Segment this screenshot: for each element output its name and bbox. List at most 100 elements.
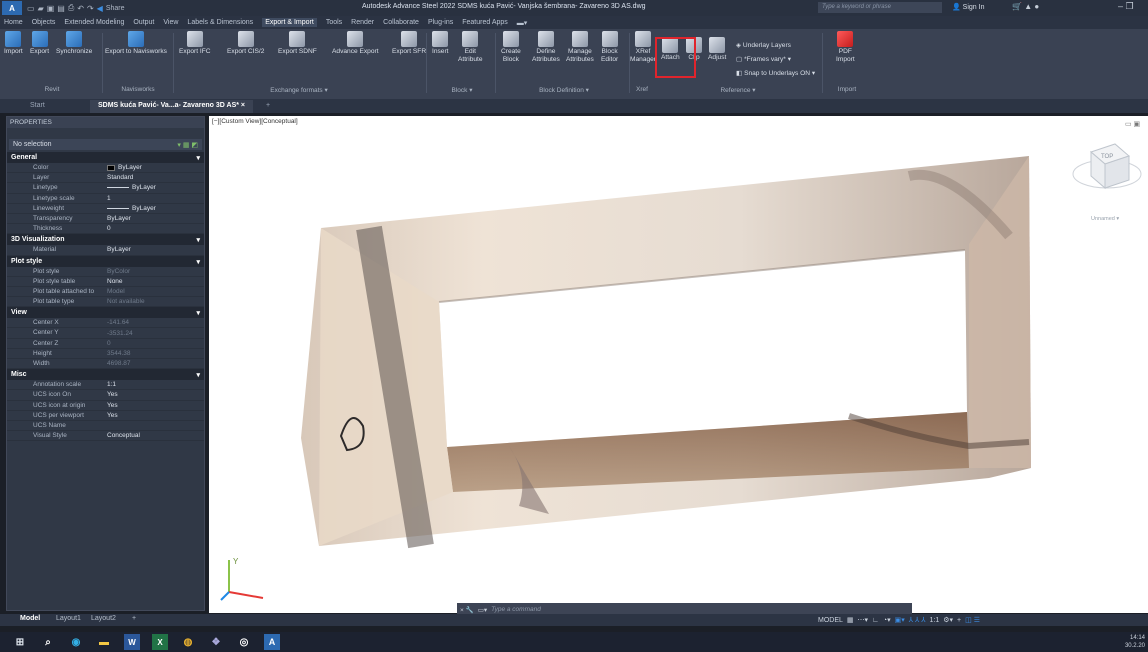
- export-ifc-button[interactable]: Export IFC: [179, 31, 211, 56]
- restore-icon[interactable]: ❐: [1126, 1, 1134, 11]
- minimize-icon[interactable]: –: [1118, 1, 1123, 11]
- property-row[interactable]: Material ByLayer: [7, 245, 204, 256]
- ribbon-tab-objects[interactable]: Objects: [32, 19, 56, 26]
- settings-icon[interactable]: ⚙▾: [943, 616, 953, 624]
- collapse-icon[interactable]: ▾: [196, 258, 200, 266]
- property-value[interactable]: ByLayer: [103, 204, 204, 213]
- define-attributes-button[interactable]: Define Attributes: [532, 31, 560, 64]
- ribbon-options-icon[interactable]: ▬▾: [517, 19, 528, 27]
- export-cis2-button[interactable]: Export CIS/2: [227, 31, 264, 56]
- panel-block[interactable]: Block ▾: [432, 86, 492, 96]
- plus-icon[interactable]: +: [957, 617, 961, 624]
- ribbon-tab-render[interactable]: Render: [351, 19, 374, 26]
- advance-export-button[interactable]: Advance Export: [332, 31, 379, 56]
- create-block-button[interactable]: Create Block: [501, 31, 521, 64]
- close-command-icon[interactable]: × 🔧: [460, 606, 474, 614]
- frames-vary-dropdown[interactable]: ▢ *Frames vary* ▾: [736, 55, 791, 63]
- word-icon[interactable]: W: [124, 634, 140, 650]
- property-value[interactable]: 1: [103, 194, 204, 203]
- windows-start-icon[interactable]: ⊞: [12, 634, 28, 650]
- edit-attribute-button[interactable]: Edit Attribute: [458, 31, 483, 64]
- edge-icon[interactable]: ◉: [68, 634, 84, 650]
- osnap-icon[interactable]: ▣▾: [895, 616, 905, 624]
- ribbon-tab-collaborate[interactable]: Collaborate: [383, 19, 419, 26]
- property-row[interactable]: Center Y -3531.24: [7, 328, 204, 339]
- export-sdnf-button[interactable]: Export SDNF: [278, 31, 317, 56]
- ribbon-tab-tools[interactable]: Tools: [326, 19, 342, 26]
- help-icon[interactable]: ●: [1034, 2, 1039, 11]
- ribbon-tab-plug-ins[interactable]: Plug-ins: [428, 19, 453, 26]
- file-explorer-icon[interactable]: ▬: [96, 634, 112, 650]
- grid-icon[interactable]: ▦: [847, 616, 854, 624]
- synchronize-button[interactable]: Synchronize: [56, 31, 92, 56]
- collapse-icon[interactable]: ▾: [196, 309, 200, 317]
- property-value[interactable]: 3544.38: [103, 349, 204, 358]
- named-views-dropdown[interactable]: Unnamed ▾: [1091, 216, 1119, 222]
- tab-model[interactable]: Model: [20, 615, 40, 622]
- command-history-icon[interactable]: ▭▾: [478, 606, 487, 614]
- property-row[interactable]: Width 4698.87: [7, 359, 204, 370]
- print-icon[interactable]: ⎙: [68, 3, 74, 13]
- property-value[interactable]: [103, 421, 204, 430]
- autocad-taskbar-icon[interactable]: A: [264, 634, 280, 650]
- selection-dropdown[interactable]: No selection ▾ ▦ ◩: [9, 139, 202, 150]
- sign-in-button[interactable]: 👤 Sign In: [952, 3, 984, 11]
- property-row[interactable]: Lineweight ByLayer: [7, 204, 204, 214]
- property-value[interactable]: Yes: [103, 411, 204, 420]
- autodesk-icon[interactable]: ▲: [1024, 2, 1032, 11]
- property-value[interactable]: Yes: [103, 390, 204, 399]
- close-tab-icon[interactable]: ×: [241, 102, 245, 109]
- section-3d-visualization[interactable]: 3D Visualization ▾: [7, 234, 204, 246]
- tab-layout2[interactable]: Layout2: [91, 615, 116, 622]
- panel-exchange-formats[interactable]: Exchange formats ▾: [179, 86, 419, 96]
- property-value[interactable]: Model: [103, 287, 204, 296]
- section-general[interactable]: General ▾: [7, 152, 204, 163]
- command-input[interactable]: Type a command: [491, 606, 541, 613]
- pdf-import-button[interactable]: PDF Import: [836, 31, 855, 64]
- property-value[interactable]: 0: [103, 339, 204, 348]
- add-layout-button[interactable]: +: [132, 615, 136, 622]
- property-value[interactable]: -141.64: [103, 318, 204, 327]
- drawing-viewport[interactable]: [−][Custom View][Conceptual] ▭ ▣ Y TOP U…: [209, 116, 1148, 613]
- tab-active-document[interactable]: SDMS kuća Pavić- Va...a- Zavareno 3D AS*…: [90, 100, 254, 113]
- save-icon[interactable]: ▣: [47, 4, 55, 13]
- import-button[interactable]: Import: [4, 31, 23, 56]
- export-sfr-button[interactable]: Export SFR: [392, 31, 426, 56]
- property-value[interactable]: Not available: [103, 297, 204, 306]
- insert-button[interactable]: Insert: [432, 31, 449, 56]
- panel-navisworks[interactable]: Navisworks: [105, 86, 171, 96]
- property-row[interactable]: Plot style ByColor: [7, 267, 204, 277]
- snap-mode-icon[interactable]: ⋯▾: [858, 616, 869, 624]
- customize-icon[interactable]: ◫ ☰: [965, 616, 980, 624]
- tab-layout1[interactable]: Layout1: [56, 615, 81, 622]
- excel-icon[interactable]: X: [152, 634, 168, 650]
- property-row[interactable]: UCS Name: [7, 421, 204, 432]
- new-tab-button[interactable]: +: [258, 100, 278, 113]
- panel-reference[interactable]: Reference ▾: [658, 86, 818, 96]
- property-row[interactable]: Transparency ByLayer: [7, 214, 204, 225]
- ribbon-tab-export-import[interactable]: Export & Import: [262, 18, 317, 27]
- property-row[interactable]: UCS icon at origin Yes: [7, 401, 204, 411]
- underlay-layers-button[interactable]: ◈ Underlay Layers: [736, 41, 791, 49]
- property-row[interactable]: Plot style table None: [7, 277, 204, 287]
- ribbon-tab-extended-modeling[interactable]: Extended Modeling: [64, 19, 124, 26]
- property-value[interactable]: ByLayer: [103, 183, 204, 192]
- quick-select-icon[interactable]: ▾ ▦ ◩: [177, 141, 198, 149]
- open-icon[interactable]: ▰: [38, 4, 44, 13]
- model-space-button[interactable]: MODEL: [818, 617, 843, 624]
- panel-block-definition[interactable]: Block Definition ▾: [501, 86, 627, 96]
- search-icon[interactable]: ⌕: [40, 634, 56, 650]
- save-as-icon[interactable]: ▤: [57, 4, 65, 13]
- redo-icon[interactable]: ↷: [87, 4, 94, 13]
- property-row[interactable]: Layer Standard: [7, 173, 204, 184]
- app-logo[interactable]: A: [2, 1, 22, 15]
- share-icon[interactable]: ◀: [97, 4, 103, 13]
- property-row[interactable]: Linetype ByLayer: [7, 183, 204, 194]
- viewcube[interactable]: TOP Unnamed ▾: [1071, 130, 1143, 230]
- property-row[interactable]: Plot table attached to Model: [7, 287, 204, 298]
- property-row[interactable]: Plot table type Not available: [7, 297, 204, 308]
- ortho-icon[interactable]: ∟: [872, 617, 879, 624]
- share-label[interactable]: Share: [106, 5, 125, 12]
- panel-xref[interactable]: Xref: [630, 86, 654, 96]
- xref-manager-button[interactable]: XRef Manager: [630, 31, 656, 64]
